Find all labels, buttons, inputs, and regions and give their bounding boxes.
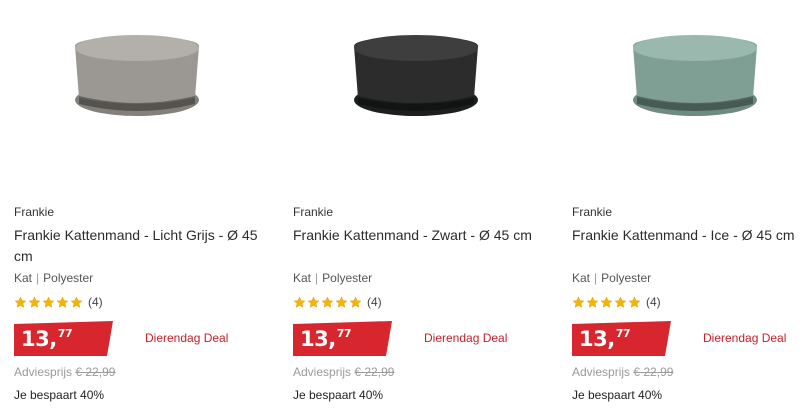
- separator: |: [315, 271, 319, 285]
- product-title[interactable]: Frankie Kattenmand - Zwart - Ø 45 cm: [293, 225, 541, 246]
- price-cents: 77: [615, 327, 631, 340]
- star-icon: [349, 296, 362, 308]
- star-rating[interactable]: (4): [14, 295, 103, 309]
- product-brand[interactable]: Frankie: [14, 205, 54, 219]
- star-icon: [28, 296, 41, 308]
- list-price-label: Adviesprijs: [572, 365, 631, 379]
- list-price: Adviesprijs € 22,99: [14, 365, 115, 379]
- saving-text: Je bespaart 40%: [293, 388, 384, 402]
- saving-text: Je bespaart 40%: [14, 388, 105, 402]
- product-attributes: Kat | Polyester: [293, 271, 372, 285]
- star-rating[interactable]: (4): [293, 295, 382, 309]
- stars: [14, 296, 84, 309]
- star-icon: [614, 296, 627, 308]
- star-icon: [572, 296, 585, 308]
- product-image[interactable]: [341, 18, 491, 128]
- star-icon: [56, 296, 69, 308]
- product-brand[interactable]: Frankie: [572, 205, 612, 219]
- deal-label[interactable]: Dierendag Deal: [703, 331, 786, 345]
- star-icon: [307, 296, 320, 308]
- material: Polyester: [322, 271, 373, 285]
- price-whole: 13,: [579, 327, 615, 351]
- list-price-value: € 22,99: [354, 365, 395, 379]
- list-price-label: Adviesprijs: [293, 365, 352, 379]
- separator: |: [36, 271, 40, 285]
- star-icon: [586, 296, 599, 308]
- price: 13,77: [300, 327, 352, 351]
- list-price-label: Adviesprijs: [14, 365, 73, 379]
- price-cents: 77: [57, 327, 73, 340]
- price-whole: 13,: [21, 327, 57, 351]
- price-cents: 77: [336, 327, 352, 340]
- animal-type: Kat: [572, 271, 591, 285]
- price-whole: 13,: [300, 327, 336, 351]
- animal-type: Kat: [14, 271, 33, 285]
- material: Polyester: [43, 271, 94, 285]
- product-card[interactable]: Frankie Frankie Kattenmand - Ice - Ø 45 …: [572, 0, 806, 411]
- separator: |: [594, 271, 598, 285]
- review-count[interactable]: (4): [646, 295, 661, 309]
- product-brand[interactable]: Frankie: [293, 205, 333, 219]
- star-icon: [600, 296, 613, 308]
- product-attributes: Kat | Polyester: [14, 271, 93, 285]
- star-icon: [70, 296, 83, 308]
- star-icon: [42, 296, 55, 308]
- star-icon: [321, 296, 334, 308]
- list-price: Adviesprijs € 22,99: [572, 365, 673, 379]
- price-badge: 13,77: [572, 321, 672, 356]
- list-price: Adviesprijs € 22,99: [293, 365, 394, 379]
- price-badge: 13,77: [293, 321, 393, 356]
- stars: [572, 296, 642, 309]
- star-icon: [293, 296, 306, 308]
- product-image[interactable]: [62, 18, 212, 128]
- price-badge: 13,77: [14, 321, 114, 356]
- price: 13,77: [21, 327, 73, 351]
- list-price-value: € 22,99: [75, 365, 116, 379]
- deal-label[interactable]: Dierendag Deal: [145, 331, 228, 345]
- product-card[interactable]: Frankie Frankie Kattenmand - Licht Grijs…: [14, 0, 279, 411]
- product-attributes: Kat | Polyester: [572, 271, 651, 285]
- product-title[interactable]: Frankie Kattenmand - Licht Grijs - Ø 45 …: [14, 225, 262, 267]
- stars: [293, 296, 363, 309]
- product-image[interactable]: [620, 18, 770, 128]
- product-title[interactable]: Frankie Kattenmand - Ice - Ø 45 cm: [572, 225, 806, 246]
- star-rating[interactable]: (4): [572, 295, 661, 309]
- material: Polyester: [601, 271, 652, 285]
- star-icon: [628, 296, 641, 308]
- deal-label[interactable]: Dierendag Deal: [424, 331, 507, 345]
- star-icon: [14, 296, 27, 308]
- review-count[interactable]: (4): [367, 295, 382, 309]
- list-price-value: € 22,99: [633, 365, 674, 379]
- product-card[interactable]: Frankie Frankie Kattenmand - Zwart - Ø 4…: [293, 0, 558, 411]
- review-count[interactable]: (4): [88, 295, 103, 309]
- star-icon: [335, 296, 348, 308]
- animal-type: Kat: [293, 271, 312, 285]
- price: 13,77: [579, 327, 631, 351]
- saving-text: Je bespaart 40%: [572, 388, 663, 402]
